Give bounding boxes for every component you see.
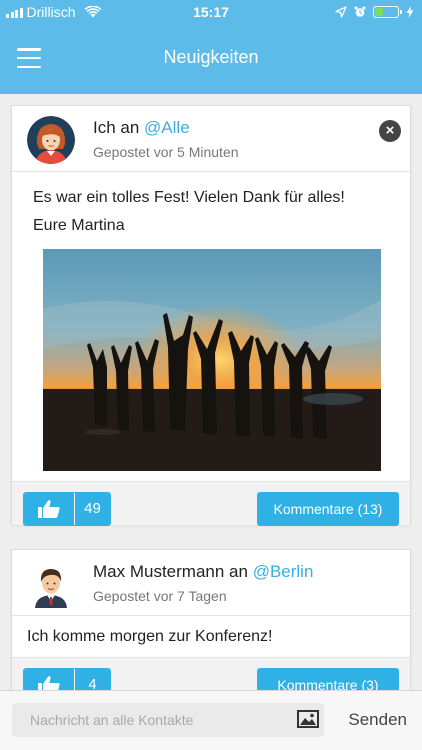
battery-icon — [373, 6, 402, 18]
close-icon[interactable]: × — [379, 120, 401, 142]
like-group: 49 — [23, 492, 111, 526]
post-audience-link[interactable]: @Alle — [144, 118, 190, 137]
avatar-man-icon[interactable] — [27, 560, 75, 608]
compose-bar: Senden — [0, 690, 422, 750]
charging-icon — [406, 6, 414, 18]
post-text-line: Es war ein tolles Fest! Vielen Dank für … — [33, 189, 345, 206]
post-actions: 49 Kommentare (13) — [12, 481, 410, 526]
message-input[interactable] — [12, 703, 324, 737]
post-author-name: Max Mustermann an — [93, 562, 253, 581]
app-header: Neuigkeiten — [0, 24, 422, 94]
post-author: Ich an @Alle — [93, 118, 190, 138]
top-bar: Drillisch 15:17 Neuigkeiten — [0, 0, 422, 94]
post-text-line: Ich komme morgen zur Konferenz! — [27, 628, 273, 645]
avatar-woman-icon[interactable] — [27, 116, 75, 164]
post-timestamp: Gepostet vor 7 Tagen — [93, 588, 227, 604]
post-text-line: Eure Martina — [33, 217, 125, 234]
thumbs-up-icon — [38, 500, 60, 518]
post-body: Ich komme morgen zur Konferenz! — [27, 623, 272, 651]
location-icon — [335, 6, 347, 18]
post-author: Max Mustermann an @Berlin — [93, 562, 313, 582]
post-body: Es war ein tolles Fest! Vielen Dank für … — [33, 184, 345, 240]
post-header: Max Mustermann an @Berlin Gepostet vor 7… — [12, 550, 410, 616]
page-title: Neuigkeiten — [163, 47, 259, 67]
post-card: Max Mustermann an @Berlin Gepostet vor 7… — [11, 549, 411, 709]
status-right — [335, 0, 414, 24]
like-button[interactable] — [24, 493, 74, 525]
post-author-name: Ich an — [93, 118, 145, 137]
alarm-icon — [354, 6, 366, 17]
post-photo-image[interactable] — [43, 249, 381, 471]
comments-button[interactable]: Kommentare (13) — [257, 492, 399, 526]
like-count: 49 — [74, 493, 110, 525]
post-audience-link[interactable]: @Berlin — [253, 562, 314, 581]
post-timestamp: Gepostet vor 5 Minuten — [93, 144, 239, 160]
image-attach-icon[interactable] — [297, 710, 319, 728]
post-card: Ich an @Alle Gepostet vor 5 Minuten × Es… — [11, 105, 411, 526]
send-button[interactable]: Senden — [348, 710, 407, 730]
post-header: Ich an @Alle Gepostet vor 5 Minuten × — [12, 106, 410, 172]
status-bar: Drillisch 15:17 — [0, 0, 422, 24]
